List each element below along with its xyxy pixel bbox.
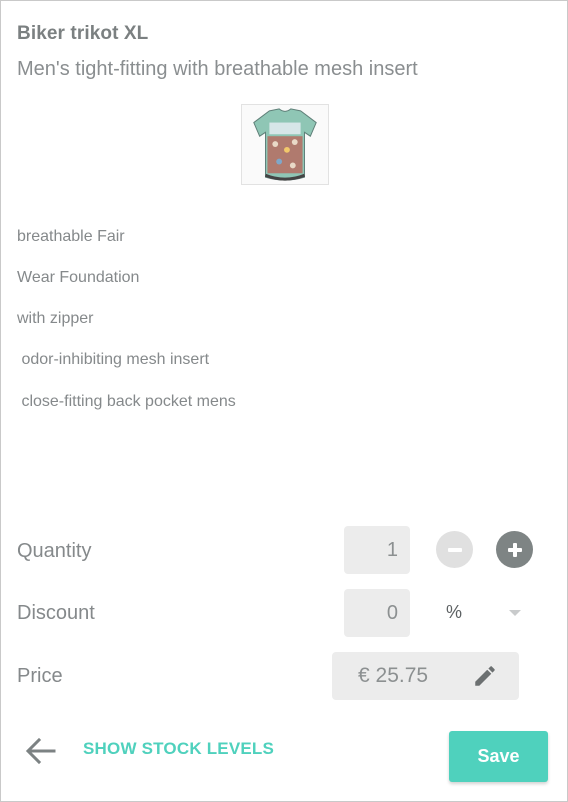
quantity-input[interactable]: 1: [344, 526, 410, 574]
quantity-label: Quantity: [17, 540, 92, 562]
price-value: € 25.75: [358, 664, 429, 687]
caret-down-icon[interactable]: [509, 610, 521, 616]
pencil-icon[interactable]: [472, 663, 498, 689]
jersey-image: [253, 108, 317, 181]
product-detail-panel: Biker trikot XL Men's tight-fitting with…: [0, 0, 568, 802]
increment-button[interactable]: [496, 531, 533, 568]
product-image[interactable]: [241, 104, 329, 185]
description-line: Wear Foundation: [17, 269, 140, 286]
price-label: Price: [17, 665, 63, 687]
description-line: close-fitting back pocket mens: [17, 393, 236, 410]
decrement-button[interactable]: [436, 531, 473, 568]
description-line: odor-inhibiting mesh insert: [17, 351, 210, 368]
discount-label: Discount: [17, 602, 95, 624]
arrow-left-icon[interactable]: [21, 733, 59, 769]
product-title: Biker trikot XL: [17, 23, 149, 44]
discount-input[interactable]: 0: [344, 589, 410, 637]
save-button[interactable]: Save: [449, 731, 548, 782]
product-subtitle: Men's tight-fitting with breathable mesh…: [17, 58, 418, 80]
minus-icon: [447, 547, 462, 552]
discount-unit-select[interactable]: %: [446, 602, 462, 623]
description-line: with zipper: [17, 310, 94, 327]
plus-icon: [507, 542, 522, 557]
show-stock-levels-link[interactable]: SHOW STOCK LEVELS: [83, 739, 274, 759]
description-line: breathable Fair: [17, 228, 125, 245]
price-field[interactable]: € 25.75: [332, 652, 519, 700]
